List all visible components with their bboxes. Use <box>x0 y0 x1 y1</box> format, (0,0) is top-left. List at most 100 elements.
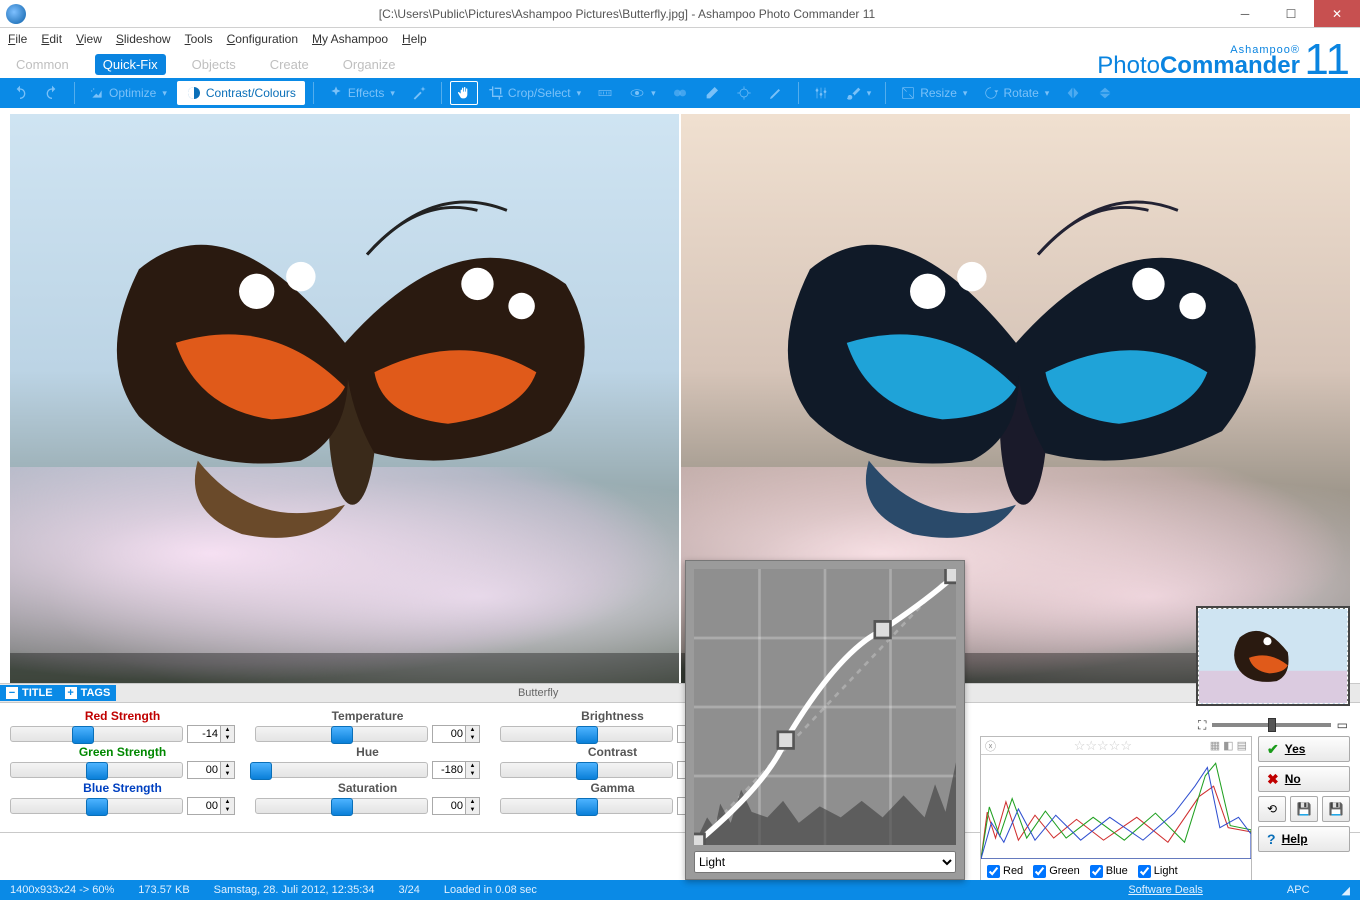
menu-file[interactable]: File <box>8 32 27 46</box>
slider-track[interactable] <box>255 762 428 778</box>
eraser-icon[interactable] <box>698 81 726 105</box>
resize-grip-icon[interactable]: ◢ <box>1342 884 1350 897</box>
curves-channel-select[interactable]: Light <box>694 851 956 873</box>
redo-button[interactable] <box>38 81 66 105</box>
slider-track[interactable] <box>10 798 183 814</box>
menu-configuration[interactable]: Configuration <box>227 32 298 46</box>
menu-help[interactable]: Help <box>402 32 427 46</box>
histogram-green-checkbox[interactable]: Green <box>1033 865 1080 878</box>
title-chip[interactable]: −TITLE <box>0 685 59 701</box>
tab-create[interactable]: Create <box>262 54 317 75</box>
rotate-button[interactable]: Rotate▾ <box>977 81 1055 105</box>
spinner-buttons[interactable]: ▲▼ <box>466 797 480 815</box>
spinner-buttons[interactable]: ▲▼ <box>466 725 480 743</box>
slider-saturation: Saturation ▲▼ <box>255 781 480 815</box>
menu-my-ashampoo[interactable]: My Ashampoo <box>312 32 388 46</box>
histogram-light-checkbox[interactable]: Light <box>1138 865 1178 878</box>
rating-stars[interactable]: ☆☆☆☆☆ <box>1074 738 1132 754</box>
before-pane[interactable] <box>10 114 679 683</box>
slider-track[interactable] <box>500 726 673 742</box>
slider-label: Green Strength <box>79 745 166 759</box>
titlebar: [C:\Users\Public\Pictures\Ashampoo Pictu… <box>0 0 1360 28</box>
undo-button[interactable] <box>6 81 34 105</box>
spinner-buttons[interactable]: ▲▼ <box>466 761 480 779</box>
spinner-buttons[interactable]: ▲▼ <box>221 725 235 743</box>
save-as-button[interactable]: 💾 <box>1322 796 1350 822</box>
slider-label: Gamma <box>590 781 634 795</box>
zoom-fit-icon[interactable]: ▭ <box>1337 718 1348 732</box>
slider-label: Temperature <box>332 709 404 723</box>
tab-common[interactable]: Common <box>8 54 77 75</box>
spinner-buttons[interactable]: ▲▼ <box>221 797 235 815</box>
tab-organize[interactable]: Organize <box>335 54 404 75</box>
magic-wand-icon[interactable] <box>405 81 433 105</box>
curves-panel[interactable]: Light <box>685 560 965 880</box>
status-filesize: 173.57 KB <box>138 884 189 896</box>
straighten-icon[interactable] <box>591 81 619 105</box>
slider-track[interactable] <box>500 762 673 778</box>
pan-hand-button[interactable] <box>450 81 478 105</box>
menu-tools[interactable]: Tools <box>185 32 213 46</box>
histogram-settings-icon[interactable]: ▦ ◧ ▤ <box>1210 739 1247 752</box>
fullscreen-icon[interactable]: ⛶ <box>1198 718 1206 733</box>
pen-icon[interactable] <box>762 81 790 105</box>
navigator-thumbnail[interactable] <box>1198 608 1348 704</box>
close-button[interactable]: ✕ <box>1314 0 1360 27</box>
effects-button[interactable]: Effects▾ <box>322 81 401 105</box>
slider-value-input[interactable] <box>187 797 221 815</box>
slider-green-strength: Green Strength ▲▼ <box>10 745 235 779</box>
tab-quick-fix[interactable]: Quick-Fix <box>95 54 166 75</box>
slider-value-input[interactable] <box>432 797 466 815</box>
slider-track[interactable] <box>10 762 183 778</box>
reset-button[interactable]: ⟲ <box>1258 796 1286 822</box>
slider-track[interactable] <box>255 726 428 742</box>
slider-track[interactable] <box>255 798 428 814</box>
menu-view[interactable]: View <box>76 32 102 46</box>
menu-slideshow[interactable]: Slideshow <box>116 32 171 46</box>
optimize-button[interactable]: Optimize▾ <box>83 81 173 105</box>
save-button[interactable]: 💾 <box>1290 796 1318 822</box>
slider-label: Red Strength <box>85 709 160 723</box>
status-loadtime: Loaded in 0.08 sec <box>444 884 537 896</box>
tab-objects[interactable]: Objects <box>184 54 244 75</box>
mode-tabs: Common Quick-Fix Objects Create Organize… <box>0 50 1360 78</box>
histogram-red-checkbox[interactable]: Red <box>987 865 1023 878</box>
spinner-buttons[interactable]: ▲▼ <box>221 761 235 779</box>
redeye-icon[interactable]: ▾ <box>623 81 662 105</box>
slider-track[interactable] <box>500 798 673 814</box>
brush-icon[interactable]: ▾ <box>839 81 878 105</box>
apply-yes-button[interactable]: ✔Yes <box>1258 736 1350 762</box>
app-icon <box>6 4 26 24</box>
menu-edit[interactable]: Edit <box>41 32 62 46</box>
clone-icon[interactable] <box>730 81 758 105</box>
zoom-slider[interactable]: ⛶ ▭ <box>1198 716 1348 734</box>
tags-chip[interactable]: +TAGS <box>59 685 117 701</box>
slider-temperature: Temperature ▲▼ <box>255 709 480 743</box>
minimize-button[interactable]: ─ <box>1222 0 1268 27</box>
resize-button[interactable]: Resize▾ <box>894 81 973 105</box>
histogram-blue-checkbox[interactable]: Blue <box>1090 865 1128 878</box>
software-deals-link[interactable]: Software Deals <box>1128 884 1203 896</box>
slider-label: Contrast <box>588 745 637 759</box>
slider-value-input[interactable] <box>432 761 466 779</box>
flip-h-icon[interactable] <box>1059 81 1087 105</box>
blur-icon[interactable] <box>666 81 694 105</box>
slider-value-input[interactable] <box>187 761 221 779</box>
flip-v-icon[interactable] <box>1091 81 1119 105</box>
slider-value-input[interactable] <box>432 725 466 743</box>
close-histogram-icon[interactable]: ⓧ <box>985 738 996 754</box>
statusbar: 1400x933x24 -> 60% 173.57 KB Samstag, 28… <box>0 880 1360 900</box>
slider-value-input[interactable] <box>187 725 221 743</box>
levels-icon[interactable] <box>807 81 835 105</box>
help-button[interactable]: ?Help <box>1258 826 1350 852</box>
slider-track[interactable] <box>10 726 183 742</box>
maximize-button[interactable]: ☐ <box>1268 0 1314 27</box>
slider-label: Brightness <box>581 709 644 723</box>
cancel-no-button[interactable]: ✖No <box>1258 766 1350 792</box>
slider-label: Saturation <box>338 781 397 795</box>
contrast-colours-button[interactable]: Contrast/Colours <box>177 81 305 105</box>
crop-select-button[interactable]: Crop/Select▾ <box>482 81 587 105</box>
toolbar: Optimize▾ Contrast/Colours Effects▾ Crop… <box>0 78 1360 108</box>
histogram-panel: ⓧ ☆☆☆☆☆ ▦ ◧ ▤ Red Green Blue Light <box>980 736 1252 882</box>
canvas-area <box>0 108 1360 683</box>
